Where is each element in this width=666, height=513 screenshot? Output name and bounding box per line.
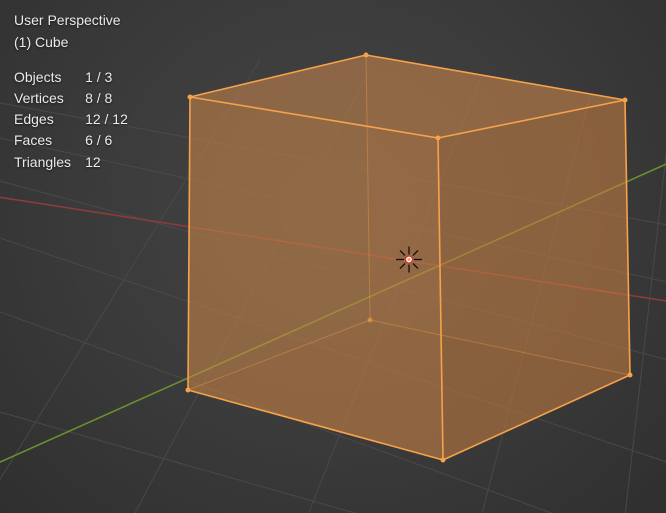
cube-face [188,97,443,460]
scene-canvas [0,0,666,513]
cube-face [438,100,630,460]
object-cube[interactable] [186,53,633,463]
viewport-3d[interactable]: User Perspective (1) Cube Objects 1 / 3 … [0,0,666,513]
